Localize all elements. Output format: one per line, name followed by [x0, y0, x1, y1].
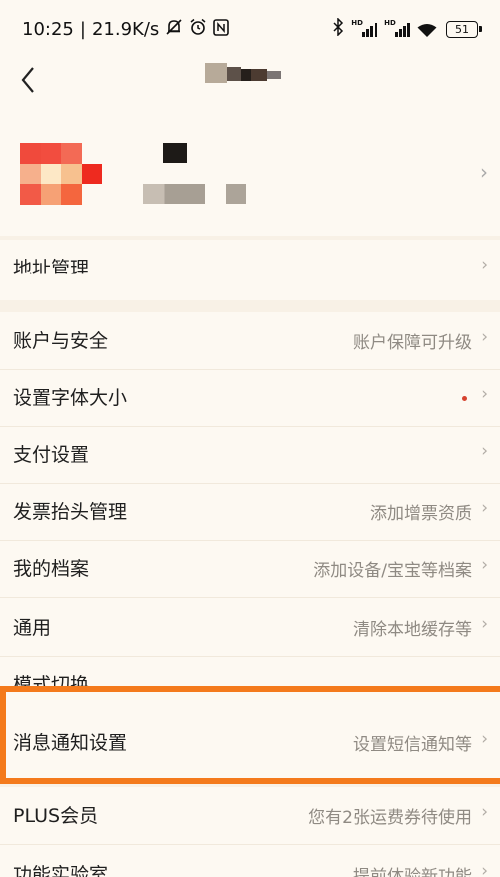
back-button[interactable]: [20, 62, 50, 98]
chevron-right-icon: ›: [481, 802, 488, 822]
menu-item-mode-switch[interactable]: 模式切换: [0, 660, 500, 686]
menu-item-value: 清除本地缓存等: [353, 620, 472, 640]
chevron-right-icon: ›: [481, 327, 488, 347]
user-info-redacted: [226, 184, 246, 204]
menu-item-archive[interactable]: 我的档案 添加设备/宝宝等档案 ›: [0, 540, 500, 597]
chevron-right-icon: ›: [481, 498, 488, 518]
chevron-right-icon: ›: [481, 861, 488, 877]
menu-item-label: 我的档案: [13, 558, 90, 580]
battery-level: 51: [455, 22, 469, 36]
status-left: 10:25 | 21.9K/s: [22, 18, 230, 40]
bluetooth-icon: [332, 16, 344, 41]
menu-item-plus[interactable]: PLUS会员 您有2张运费券待使用 ›: [0, 787, 500, 844]
menu-item-font-size[interactable]: 设置字体大小 ›: [0, 369, 500, 426]
page-title-redacted: [205, 63, 295, 83]
nfc-icon: [213, 18, 230, 40]
mute-bell-icon: [165, 18, 183, 40]
status-bar: 10:25 | 21.9K/s HD HD 51: [0, 0, 500, 58]
menu-item-label: 模式切换: [13, 674, 90, 686]
profile-card[interactable]: ›: [0, 130, 500, 230]
menu-item-value: 账户保障可升级: [353, 333, 472, 353]
menu-item-lab[interactable]: 功能实验室 提前体验新功能 ›: [0, 846, 500, 877]
chevron-right-icon: ›: [481, 614, 488, 634]
chevron-right-icon: ›: [480, 160, 488, 184]
menu-item-label: 支付设置: [13, 444, 90, 466]
menu-item-label: 功能实验室: [13, 864, 109, 877]
menu-item-value: 提前体验新功能: [353, 867, 472, 877]
status-separator: |: [79, 18, 86, 40]
divider: [0, 656, 500, 657]
menu-item-address[interactable]: 地址管理 ›: [0, 240, 500, 297]
alarm-icon: [189, 18, 207, 40]
signal-hd-icon: HD: [384, 19, 410, 37]
wifi-icon: [417, 22, 437, 37]
avatar[interactable]: [20, 143, 102, 206]
clock: 10:25: [22, 18, 74, 40]
divider: [0, 597, 500, 598]
section-gap: [0, 300, 500, 312]
network-speed: 21.9K/s: [91, 18, 160, 40]
username-redacted: [163, 143, 187, 163]
signal-hd-icon: HD: [351, 19, 378, 37]
chevron-right-icon: ›: [481, 441, 488, 461]
menu-item-label: PLUS会员: [13, 805, 99, 827]
nav-bar: [0, 58, 500, 102]
chevron-right-icon: ›: [481, 555, 488, 575]
menu-item-invoice[interactable]: 发票抬头管理 添加增票资质 ›: [0, 483, 500, 540]
menu-item-label: 账户与安全: [13, 330, 109, 352]
chevron-right-icon: ›: [481, 255, 488, 275]
chevron-right-icon: ›: [481, 384, 488, 404]
chevron-left-icon: [21, 67, 34, 93]
menu-item-general[interactable]: 通用 清除本地缓存等 ›: [0, 599, 500, 656]
menu-item-label: 发票抬头管理: [13, 501, 128, 523]
menu-item-value: 添加增票资质: [370, 504, 472, 524]
menu-item-value: 添加设备/宝宝等档案: [313, 561, 472, 581]
menu-item-label: 地址管理: [13, 258, 90, 280]
battery-icon: 51: [446, 20, 482, 38]
menu-item-payment[interactable]: 支付设置 ›: [0, 426, 500, 483]
menu-item-label: 设置字体大小: [13, 387, 128, 409]
status-right: HD HD 51: [332, 16, 482, 41]
new-indicator-dot: [462, 396, 467, 401]
menu-item-account-security[interactable]: 账户与安全 账户保障可升级 ›: [0, 312, 500, 369]
menu-item-value: 您有2张运费券待使用: [308, 808, 472, 828]
user-level-redacted: [143, 184, 205, 204]
divider: [0, 844, 500, 845]
highlight-box: [0, 686, 500, 784]
menu-item-label: 通用: [13, 617, 52, 639]
